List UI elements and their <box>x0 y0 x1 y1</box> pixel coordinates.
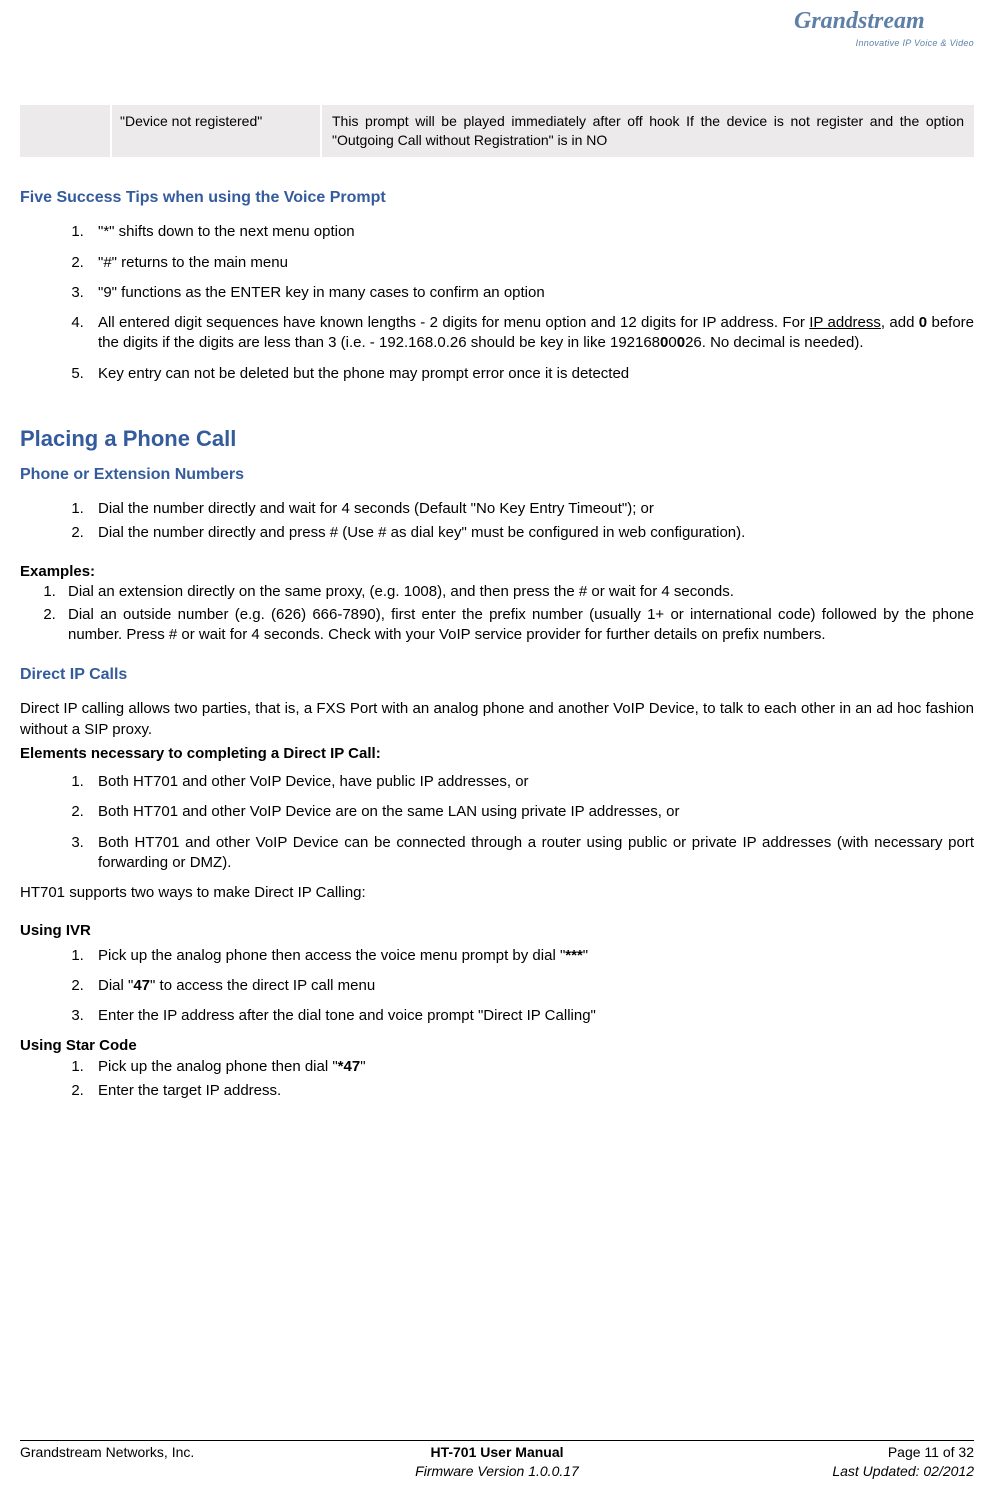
page: Grandstream Innovative IP Voice & Video … <box>0 0 994 1491</box>
star-list: Pick up the analog phone then dial "*47"… <box>20 1057 974 1102</box>
bold-stars: *** <box>565 947 583 964</box>
elements-list: Both HT701 and other VoIP Device, have p… <box>20 772 974 873</box>
tips-item-5: Key entry can not be deleted but the pho… <box>88 364 974 384</box>
footer-page: Page 11 of 32 <box>888 1444 974 1460</box>
logo-tagline: Innovative IP Voice & Video <box>794 37 974 49</box>
direct-ip-heading: Direct IP Calls <box>20 664 974 686</box>
footer-left: Grandstream Networks, Inc. <box>20 1443 338 1481</box>
placing-call-heading: Placing a Phone Call <box>20 424 974 454</box>
ivr-list: Pick up the analog phone then access the… <box>20 946 974 1027</box>
tips-item-2: "#" returns to the main menu <box>88 253 974 273</box>
bold-47: 47 <box>133 977 150 994</box>
prompt-table-row: "Device not registered" This prompt will… <box>20 105 974 157</box>
text: Pick up the analog phone then access the… <box>98 947 565 964</box>
text: " to access the direct IP call menu <box>150 977 375 994</box>
elements-item-3: Both HT701 and other VoIP Device can be … <box>88 833 974 874</box>
text: " <box>360 1058 365 1075</box>
footer-updated: Last Updated: 02/2012 <box>832 1463 974 1479</box>
elements-heading: Elements necessary to completing a Direc… <box>20 744 974 764</box>
ivr-item-3: Enter the IP address after the dial tone… <box>88 1006 974 1026</box>
footer-right: Page 11 of 32 Last Updated: 02/2012 <box>656 1443 974 1481</box>
phone-ext-heading: Phone or Extension Numbers <box>20 464 974 486</box>
examples-heading: Examples: <box>20 562 974 582</box>
footer-firmware: Firmware Version 1.0.0.17 <box>415 1463 579 1479</box>
logo-brand: Grandstream <box>794 5 974 37</box>
table-col-empty <box>20 105 110 157</box>
footer-manual-title: HT-701 User Manual <box>430 1444 563 1460</box>
text: 26. No decimal is needed). <box>685 334 863 351</box>
text: 0 <box>668 334 676 351</box>
table-prompt-desc: This prompt will be played immediately a… <box>320 105 974 157</box>
direct-ip-intro: Direct IP calling allows two parties, th… <box>20 699 974 740</box>
supports-text: HT701 supports two ways to make Direct I… <box>20 883 974 903</box>
example-item-1: Dial an extension directly on the same p… <box>60 582 974 602</box>
tips-item-3: "9" functions as the ENTER key in many c… <box>88 283 974 303</box>
bold-zero: 0 <box>677 334 685 351</box>
ivr-item-2: Dial "47" to access the direct IP call m… <box>88 976 974 996</box>
example-item-2: Dial an outside number (e.g. (626) 666-7… <box>60 605 974 646</box>
footer-center: HT-701 User Manual Firmware Version 1.0.… <box>338 1443 656 1481</box>
text: , add <box>881 314 919 331</box>
dial-list: Dial the number directly and wait for 4 … <box>20 499 974 544</box>
elements-item-2: Both HT701 and other VoIP Device are on … <box>88 802 974 822</box>
star-item-2: Enter the target IP address. <box>88 1081 974 1101</box>
tips-heading: Five Success Tips when using the Voice P… <box>20 187 974 209</box>
dial-item-1: Dial the number directly and wait for 4 … <box>88 499 974 519</box>
table-prompt-label: "Device not registered" <box>110 105 320 157</box>
text: All entered digit sequences have known l… <box>98 314 809 331</box>
using-ivr-heading: Using IVR <box>20 921 974 941</box>
bold-star47: *47 <box>338 1058 361 1075</box>
examples-list: Dial an extension directly on the same p… <box>20 582 974 646</box>
star-item-1: Pick up the analog phone then dial "*47" <box>88 1057 974 1077</box>
tips-item-4: All entered digit sequences have known l… <box>88 313 974 354</box>
using-star-heading: Using Star Code <box>20 1036 974 1056</box>
tips-item-1: "*" shifts down to the next menu option <box>88 222 974 242</box>
tips-list: "*" shifts down to the next menu option … <box>20 222 974 384</box>
logo: Grandstream Innovative IP Voice & Video <box>794 5 974 75</box>
text: " <box>583 947 588 964</box>
dial-item-2: Dial the number directly and press # (Us… <box>88 523 974 543</box>
bold-zero: 0 <box>919 314 927 331</box>
ivr-item-1: Pick up the analog phone then access the… <box>88 946 974 966</box>
text: Dial " <box>98 977 133 994</box>
footer: Grandstream Networks, Inc. HT-701 User M… <box>20 1440 974 1481</box>
elements-item-1: Both HT701 and other VoIP Device, have p… <box>88 772 974 792</box>
text: Pick up the analog phone then dial " <box>98 1058 338 1075</box>
ip-address-underline: IP address <box>809 314 881 331</box>
